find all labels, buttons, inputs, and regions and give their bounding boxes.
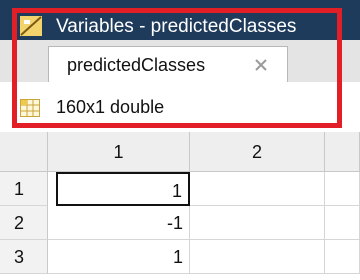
row-header-2[interactable]: 2 xyxy=(0,206,48,240)
cell-r3-c3[interactable] xyxy=(325,240,360,274)
grid-icon xyxy=(20,99,40,117)
cell-r1-c1[interactable]: 1 xyxy=(56,172,190,206)
title-bar: Variables - predictedClasses xyxy=(0,0,360,40)
column-header-3[interactable] xyxy=(325,132,360,172)
window-title: Variables - predictedClasses xyxy=(56,16,297,37)
column-header-2[interactable]: 2 xyxy=(190,132,325,172)
column-header-1[interactable]: 1 xyxy=(48,132,190,172)
cell-r3-c1[interactable]: 1 xyxy=(48,240,190,274)
row-header-1[interactable]: 1 xyxy=(0,172,48,206)
tab-strip: predictedClasses xyxy=(0,40,360,82)
variable-size-type: 160x1 double xyxy=(56,97,165,117)
tab-label: predictedClasses xyxy=(67,55,206,75)
cell-r2-c2[interactable] xyxy=(190,206,325,240)
variable-info-bar: 160x1 double xyxy=(0,82,360,132)
cell-r2-c1[interactable]: -1 xyxy=(48,206,190,240)
cell-r1-c2[interactable] xyxy=(190,172,325,206)
cell-r2-c3[interactable] xyxy=(325,206,360,240)
tab-predictedclasses[interactable]: predictedClasses xyxy=(48,46,288,82)
close-icon[interactable] xyxy=(253,57,269,73)
row-header-3[interactable]: 3 xyxy=(0,240,48,274)
variable-grid[interactable]: 1 2 1 1 2 -1 3 1 xyxy=(0,132,360,280)
variables-icon xyxy=(20,16,42,36)
corner-header xyxy=(0,132,48,172)
cell-r1-c3[interactable] xyxy=(325,172,360,206)
cell-r3-c2[interactable] xyxy=(190,240,325,274)
